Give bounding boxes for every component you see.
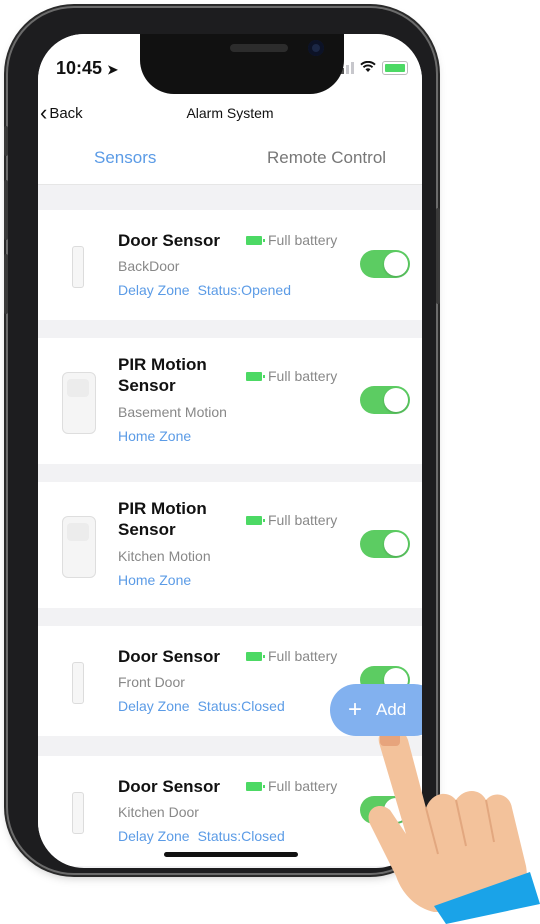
zone-label: Home Zone: [118, 428, 192, 444]
sensor-card[interactable]: PIR Motion Sensor Full battery Kitchen M…: [38, 482, 422, 608]
sensor-location: BackDoor: [118, 258, 180, 274]
sensor-toggle[interactable]: [360, 386, 410, 414]
location-arrow-icon: ➤: [107, 62, 118, 77]
sensor-name: PIR Motion Sensor: [118, 499, 207, 539]
pir-sensor-icon: [62, 516, 96, 578]
battery-full-icon: [246, 651, 265, 661]
battery-label: Full battery: [268, 778, 338, 794]
status-label: Status:Opened: [197, 282, 291, 298]
page-title: Alarm System: [186, 105, 274, 121]
battery-label: Full battery: [268, 648, 338, 664]
battery-full-icon: [246, 235, 265, 245]
sensor-name: Door Sensor: [118, 231, 221, 250]
sensor-name: PIR Motion Sensor: [118, 355, 207, 395]
pointing-hand-icon: [368, 727, 540, 924]
tab-remote-control[interactable]: Remote Control: [267, 148, 386, 168]
battery-full-icon: [246, 781, 265, 791]
battery-full-icon: [246, 371, 265, 381]
speaker: [230, 44, 288, 52]
volume-up-button: [4, 180, 8, 240]
sensor-name: Door Sensor: [118, 777, 221, 796]
sensor-location: Front Door: [118, 674, 185, 690]
battery-label: Full battery: [268, 512, 338, 528]
tab-sensors[interactable]: Sensors: [94, 148, 156, 168]
toggle-knob: [384, 388, 408, 412]
battery-charging-icon: [382, 61, 408, 75]
status-label: Status:Closed: [197, 828, 285, 844]
battery-status: Full battery: [246, 232, 337, 248]
status-label: Status:Closed: [197, 698, 285, 714]
sensor-toggle[interactable]: [360, 250, 410, 278]
clock: 10:45 ➤: [56, 58, 118, 78]
zone-label: Delay Zone: [118, 282, 190, 298]
zone-label: Delay Zone: [118, 828, 190, 844]
sensor-card[interactable]: Door Sensor Full battery BackDoor Delay …: [38, 210, 422, 320]
sensor-zone: Home Zone: [118, 572, 191, 588]
add-label: Add: [376, 700, 407, 719]
battery-status: Full battery: [246, 648, 337, 664]
wifi-icon: [360, 60, 376, 76]
status-icons: [336, 60, 408, 76]
door-sensor-icon: [72, 246, 84, 288]
sensor-name: Door Sensor: [118, 647, 221, 666]
power-button: [436, 208, 440, 304]
battery-full-icon: [246, 515, 265, 525]
add-device-button[interactable]: + Add: [330, 684, 422, 736]
sensor-location: Basement Motion: [118, 404, 227, 420]
pir-sensor-icon: [62, 372, 96, 434]
notch: [140, 34, 344, 94]
sensor-zone: Delay Zone Status:Closed: [118, 828, 285, 844]
battery-status: Full battery: [246, 512, 337, 528]
sensor-location: Kitchen Motion: [118, 548, 211, 564]
toggle-knob: [384, 252, 408, 276]
volume-down-button: [4, 254, 8, 314]
door-sensor-icon: [72, 662, 84, 704]
sensor-location: Kitchen Door: [118, 804, 199, 820]
sensor-zone: Delay Zone Status:Closed: [118, 698, 285, 714]
plus-icon: +: [348, 696, 363, 723]
mute-switch: [4, 126, 8, 156]
sensor-card[interactable]: PIR Motion Sensor Full battery Basement …: [38, 338, 422, 464]
zone-label: Home Zone: [118, 572, 192, 588]
battery-status: Full battery: [246, 778, 337, 794]
home-indicator: [164, 852, 298, 857]
toggle-knob: [384, 532, 408, 556]
door-sensor-icon: [72, 792, 84, 834]
front-camera: [308, 40, 324, 56]
navigation-bar: ‹ Back Alarm System: [38, 94, 422, 132]
sensor-zone: Home Zone: [118, 428, 191, 444]
sensor-zone: Delay Zone Status:Opened: [118, 282, 291, 298]
battery-label: Full battery: [268, 232, 338, 248]
sensor-toggle[interactable]: [360, 530, 410, 558]
tab-bar: Sensors Remote Control: [38, 132, 422, 185]
zone-label: Delay Zone: [118, 698, 190, 714]
battery-status: Full battery: [246, 368, 337, 384]
battery-label: Full battery: [268, 368, 338, 384]
